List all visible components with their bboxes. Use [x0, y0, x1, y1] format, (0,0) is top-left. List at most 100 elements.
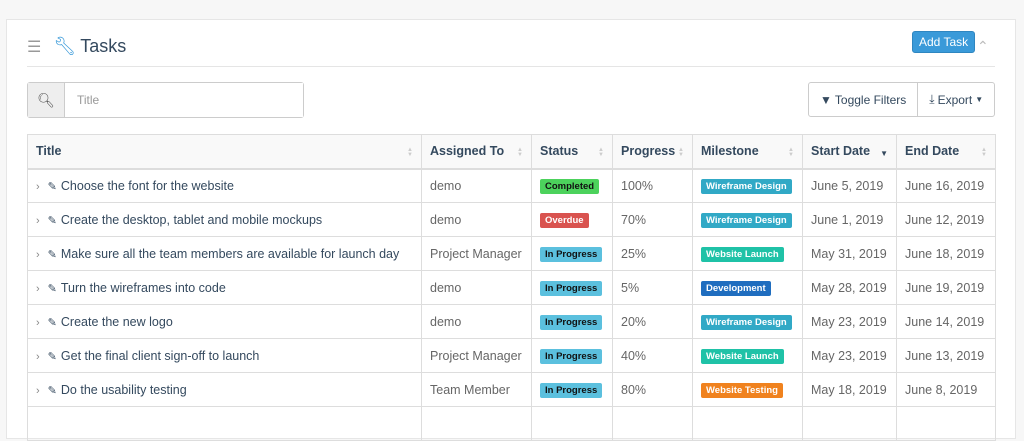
assigned-cell: demo — [421, 168, 532, 203]
status-cell: In Progress — [531, 338, 613, 373]
column-header-end-date[interactable]: End Date ▲ ▼ — [896, 134, 996, 170]
milestone-cell: Website Launch — [692, 338, 803, 373]
sort-icon[interactable]: ▲ ▼ — [598, 147, 604, 158]
table-row[interactable]: › ✎ Make sure all the team members are ava… — [27, 236, 996, 271]
sort-icon[interactable]: ▲ ▼ — [981, 147, 987, 158]
table-row[interactable] — [27, 406, 996, 441]
caret-down-icon: ▼ — [975, 95, 984, 104]
expand-chevron-icon[interactable]: › — [36, 283, 40, 295]
column-header-start-date[interactable]: Start Date ▼ — [802, 134, 897, 170]
task-title-link[interactable]: Turn the wireframes into code — [61, 281, 226, 295]
table-row[interactable]: › ✎ Create the new logo demo In Progress 2… — [27, 304, 996, 339]
assigned-cell: demo — [421, 270, 532, 305]
status-badge: Overdue — [540, 212, 589, 228]
title-cell: › ✎ Do the usability testing — [27, 372, 422, 407]
edit-pencil-icon[interactable]: ✎ — [48, 385, 57, 397]
status-badge: In Progress — [540, 314, 603, 330]
table-row[interactable]: › ✎ Create the desktop, tablet and mobile … — [27, 202, 996, 237]
end-date-cell: June 12, 2019 — [896, 202, 996, 237]
start-date-cell: June 1, 2019 — [802, 202, 897, 237]
export-button[interactable]: ⤓ Export ▼ — [917, 83, 994, 116]
column-header-assigned-to[interactable]: Assigned To ▲ ▼ — [421, 134, 532, 170]
title-cell: › ✎ Create the new logo — [27, 304, 422, 339]
end-date-cell: June 13, 2019 — [896, 338, 996, 373]
milestone-cell: Wireframe Design — [692, 168, 803, 203]
expand-chevron-icon[interactable]: › — [36, 181, 40, 193]
column-header-status[interactable]: Status ▲ ▼ — [531, 134, 613, 170]
status-cell: In Progress — [531, 236, 613, 271]
status-cell: In Progress — [531, 270, 613, 305]
expand-chevron-icon[interactable]: › — [36, 385, 40, 397]
end-date-cell: June 19, 2019 — [896, 270, 996, 305]
panel-header: ☰ 🔧︎ Tasks — [27, 36, 126, 57]
edit-pencil-icon[interactable]: ✎ — [48, 249, 57, 261]
milestone-badge: Website Testing — [701, 382, 783, 398]
add-task-button[interactable]: Add Task — [912, 31, 976, 53]
sort-desc-icon[interactable]: ▼ — [880, 149, 888, 158]
status-badge: Completed — [540, 178, 600, 194]
milestone-cell: Website Launch — [692, 236, 803, 271]
edit-pencil-icon[interactable]: ✎ — [48, 317, 57, 329]
status-cell: In Progress — [531, 304, 613, 339]
progress-cell: 5% — [612, 270, 693, 305]
milestone-cell: Wireframe Design — [692, 304, 803, 339]
column-header-milestone[interactable]: Milestone ▲ ▼ — [692, 134, 803, 170]
edit-pencil-icon[interactable]: ✎ — [48, 351, 57, 363]
title-cell: › ✎ Make sure all the team members are ava… — [27, 236, 422, 271]
page-title: Tasks — [80, 36, 127, 56]
progress-cell: 25% — [612, 236, 693, 271]
toolbar: ▼ Toggle Filters ⤓ Export ▼ — [808, 82, 996, 117]
task-title-link[interactable]: Choose the font for the website — [61, 179, 234, 193]
column-header-progress[interactable]: Progress ▲ ▼ — [612, 134, 693, 170]
edit-pencil-icon[interactable]: ✎ — [48, 283, 57, 295]
edit-pencil-icon[interactable]: ✎ — [48, 181, 57, 193]
table-row[interactable]: › ✎ Turn the wireframes into code demo In … — [27, 270, 996, 305]
sort-icon[interactable]: ▲ ▼ — [407, 147, 413, 158]
table-row[interactable]: › ✎ Get the final client sign-off to launc… — [27, 338, 996, 373]
tasks-table: Title ▲ ▼ Assigned To ▲ ▼ Status ▲ ▼ Progress ▲ ▼ Mi… — [27, 134, 996, 441]
search-input[interactable] — [65, 83, 303, 117]
status-badge: In Progress — [540, 246, 603, 262]
assigned-cell: Project Manager — [421, 338, 532, 373]
title-cell: › ✎ Turn the wireframes into code — [27, 270, 422, 305]
status-cell: In Progress — [531, 372, 613, 407]
collapse-icon[interactable]: ⌃ — [977, 38, 989, 55]
assigned-cell: Project Manager — [421, 236, 532, 271]
end-date-cell: June 18, 2019 — [896, 236, 996, 271]
task-title-link[interactable]: Get the final client sign-off to launch — [61, 349, 260, 363]
start-date-cell: June 5, 2019 — [802, 168, 897, 203]
start-date-cell: May 31, 2019 — [802, 236, 897, 271]
column-header-title[interactable]: Title ▲ ▼ — [27, 134, 422, 170]
start-date-cell: May 23, 2019 — [802, 304, 897, 339]
milestone-cell: Wireframe Design — [692, 202, 803, 237]
milestone-badge: Wireframe Design — [701, 212, 792, 228]
expand-chevron-icon[interactable]: › — [36, 249, 40, 261]
search-box: 🔍︎ — [27, 82, 304, 118]
sort-icon[interactable]: ▲ ▼ — [788, 147, 794, 158]
progress-cell: 100% — [612, 168, 693, 203]
edit-pencil-icon[interactable]: ✎ — [48, 215, 57, 227]
expand-chevron-icon[interactable]: › — [36, 317, 40, 329]
milestone-cell: Website Testing — [692, 372, 803, 407]
search-icon[interactable]: 🔍︎ — [28, 83, 65, 117]
status-cell: Completed — [531, 168, 613, 203]
toggle-filters-button[interactable]: ▼ Toggle Filters — [809, 83, 917, 116]
status-cell: Overdue — [531, 202, 613, 237]
sort-icon[interactable]: ▲ ▼ — [678, 147, 684, 158]
task-title-link[interactable]: Do the usability testing — [61, 383, 187, 397]
milestone-badge: Development — [701, 280, 771, 296]
task-title-link[interactable]: Create the desktop, tablet and mobile mo… — [61, 213, 322, 227]
expand-chevron-icon[interactable]: › — [36, 215, 40, 227]
task-title-link[interactable]: Create the new logo — [61, 315, 173, 329]
table-row[interactable]: › ✎ Do the usability testing Team Member I… — [27, 372, 996, 407]
sort-icon[interactable]: ▲ ▼ — [517, 147, 523, 158]
download-icon: ⤓ — [929, 92, 935, 106]
title-cell: › ✎ Choose the font for the website — [27, 168, 422, 203]
task-title-link[interactable]: Make sure all the team members are avail… — [61, 247, 399, 261]
status-badge: In Progress — [540, 280, 603, 296]
expand-chevron-icon[interactable]: › — [36, 351, 40, 363]
table-row[interactable]: › ✎ Choose the font for the website demo C… — [27, 168, 996, 203]
progress-cell: 20% — [612, 304, 693, 339]
wrench-icon: 🔧︎ — [53, 36, 77, 56]
drag-handle-icon[interactable]: ☰ — [27, 37, 41, 57]
